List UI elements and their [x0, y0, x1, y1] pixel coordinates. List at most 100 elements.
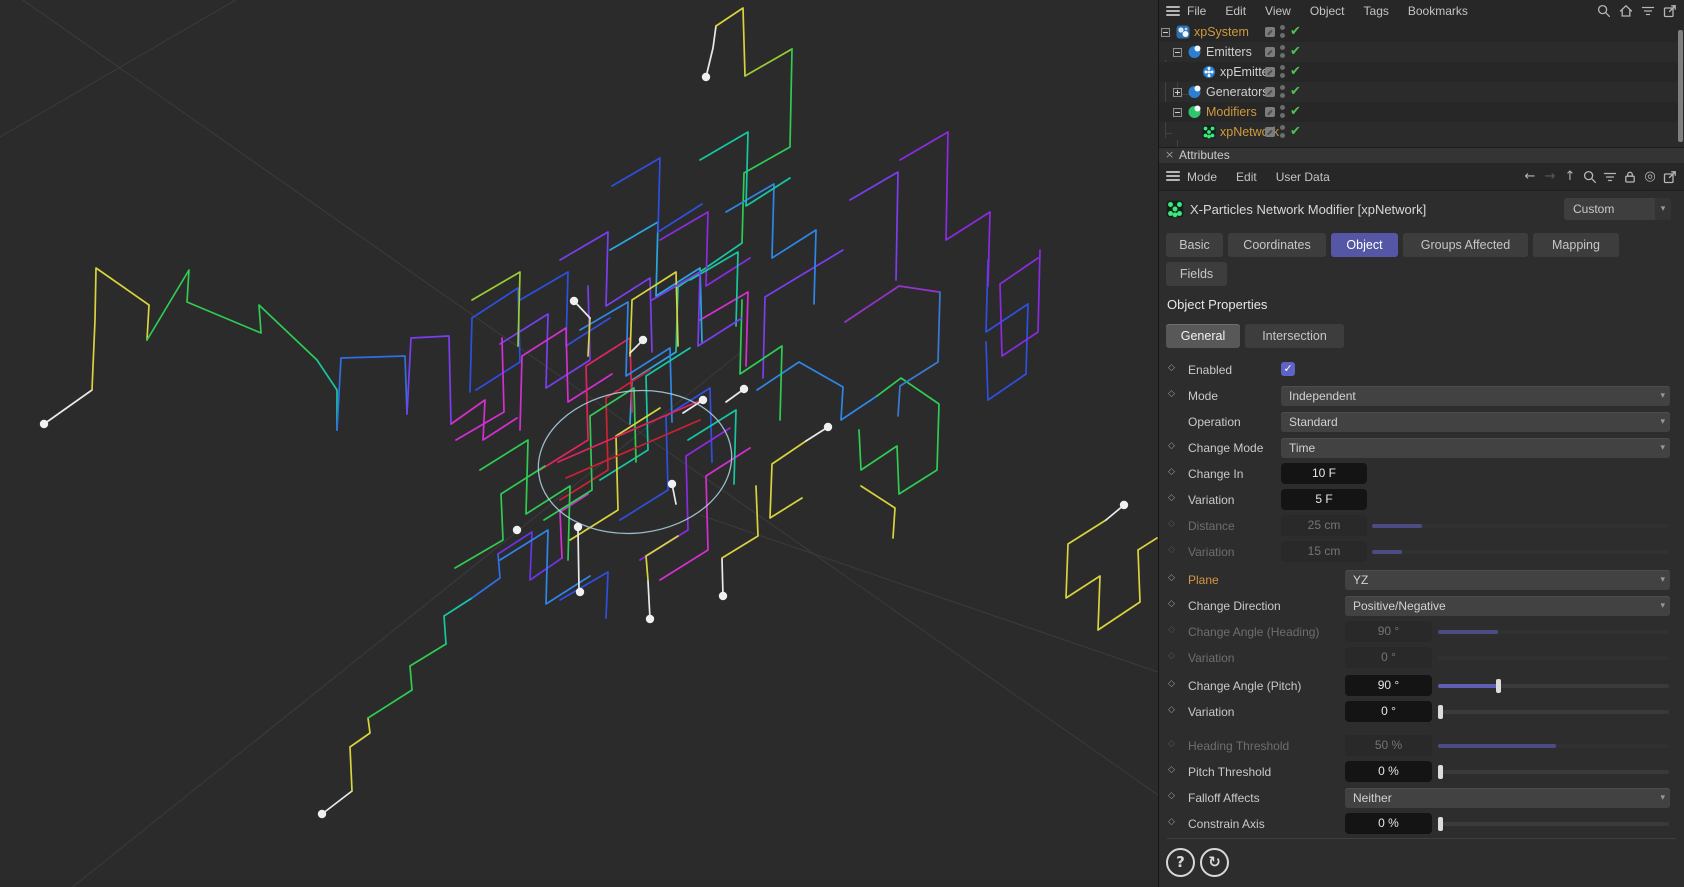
expand-icon[interactable] [1173, 87, 1182, 97]
keyframe-diamond-icon[interactable]: ◇ [1168, 817, 1175, 827]
visibility-dots-icon[interactable] [1280, 105, 1285, 119]
hamburger-menu-icon[interactable] [1166, 6, 1180, 17]
tree-scrollbar[interactable] [1678, 30, 1683, 142]
target-icon[interactable]: ◎ [1643, 169, 1657, 184]
select-dropdown[interactable]: Independent ▾ [1281, 386, 1670, 406]
value-input[interactable]: 0 % [1345, 761, 1432, 782]
enabled-check-icon[interactable]: ✔ [1290, 102, 1301, 122]
select-dropdown[interactable]: YZ ▾ [1345, 570, 1670, 590]
attr-menu-item-edit[interactable]: Edit [1236, 170, 1257, 184]
hamburger-menu-icon[interactable] [1166, 171, 1180, 182]
value-input[interactable]: 5 F [1281, 489, 1367, 510]
tree-row-modifiers[interactable]: Modifiers ✔ [1159, 102, 1684, 122]
keyframe-diamond-icon[interactable]: ◇ [1168, 791, 1175, 801]
keyframe-diamond-icon[interactable]: ◇ [1168, 389, 1175, 399]
menu-item-tags[interactable]: Tags [1364, 4, 1389, 18]
value-input[interactable]: 10 F [1281, 463, 1367, 484]
visibility-dots-icon[interactable] [1280, 45, 1285, 59]
up-arrow-icon[interactable]: ↑ [1563, 169, 1577, 184]
search-icon[interactable] [1583, 170, 1597, 184]
subtab-intersection[interactable]: Intersection [1245, 324, 1344, 348]
keyframe-diamond-icon[interactable]: ◇ [1168, 705, 1175, 715]
checkbox-checked[interactable] [1281, 362, 1295, 376]
forward-arrow-icon[interactable]: → [1543, 169, 1557, 184]
slider[interactable] [1438, 705, 1669, 719]
collapse-icon[interactable] [1173, 107, 1182, 117]
keyframe-diamond-icon[interactable]: ◇ [1168, 467, 1175, 477]
home-icon[interactable] [1619, 4, 1633, 18]
menu-item-edit[interactable]: Edit [1225, 4, 1246, 18]
attr-menu-item-mode[interactable]: Mode [1187, 170, 1217, 184]
keyframe-diamond-icon[interactable]: ◇ [1168, 441, 1175, 451]
menu-item-file[interactable]: File [1187, 4, 1206, 18]
help-icon[interactable]: ? [1166, 848, 1195, 877]
keyframe-diamond-icon[interactable]: ◇ [1168, 739, 1175, 749]
enabled-check-icon[interactable]: ✔ [1290, 82, 1301, 102]
slider-handle[interactable] [1438, 705, 1443, 719]
slider[interactable] [1438, 679, 1669, 693]
keyframe-diamond-icon[interactable]: ◇ [1168, 363, 1175, 373]
filter-icon[interactable] [1603, 170, 1617, 184]
filter-icon[interactable] [1641, 4, 1655, 18]
edit-toggle-icon[interactable] [1265, 107, 1275, 117]
keyframe-diamond-icon[interactable]: ◇ [1168, 625, 1175, 635]
keyframe-diamond-icon[interactable]: ◇ [1168, 519, 1175, 529]
keyframe-diamond-icon[interactable]: ◇ [1168, 765, 1175, 775]
visibility-dots-icon[interactable] [1280, 125, 1285, 139]
edit-toggle-icon[interactable] [1265, 47, 1275, 57]
tree-row-xpemitter[interactable]: xpEmitter ✔ [1159, 62, 1684, 82]
visibility-dots-icon[interactable] [1280, 85, 1285, 99]
keyframe-diamond-icon[interactable]: ◇ [1168, 679, 1175, 689]
new-panel-icon[interactable] [1663, 170, 1677, 184]
enabled-check-icon[interactable]: ✔ [1290, 22, 1301, 42]
menu-item-bookmarks[interactable]: Bookmarks [1408, 4, 1468, 18]
lock-icon[interactable] [1623, 170, 1637, 184]
tab-fields[interactable]: Fields [1166, 262, 1227, 286]
tab-mapping[interactable]: Mapping [1533, 233, 1619, 257]
collapse-icon[interactable] [1161, 27, 1170, 37]
tree-row-xpsystem[interactable]: xpSystem ✔ [1159, 22, 1684, 42]
enabled-check-icon[interactable]: ✔ [1290, 42, 1301, 62]
edit-toggle-icon[interactable] [1265, 67, 1275, 77]
enabled-check-icon[interactable]: ✔ [1290, 122, 1301, 142]
tree-row-xpnetwork[interactable]: xpNetwork ✔ [1159, 122, 1684, 142]
select-dropdown[interactable]: Neither ▾ [1345, 788, 1670, 808]
value-input[interactable]: 0 % [1345, 813, 1432, 834]
keyframe-diamond-icon[interactable]: ◇ [1168, 599, 1175, 609]
slider-handle[interactable] [1438, 817, 1443, 831]
keyframe-diamond-icon[interactable]: ◇ [1168, 545, 1175, 555]
reset-icon[interactable]: ↻ [1200, 848, 1229, 877]
tree-row-generators[interactable]: Generators ✔ [1159, 82, 1684, 102]
preset-dropdown[interactable]: Custom ▾ [1564, 198, 1671, 220]
tab-coordinates[interactable]: Coordinates [1228, 233, 1326, 257]
tab-object[interactable]: Object [1331, 233, 1398, 257]
tab-groups-affected[interactable]: Groups Affected [1403, 233, 1528, 257]
slider[interactable] [1438, 765, 1669, 779]
edit-toggle-icon[interactable] [1265, 87, 1275, 97]
select-dropdown[interactable]: Time ▾ [1281, 438, 1670, 458]
enabled-check-icon[interactable]: ✔ [1290, 62, 1301, 82]
subtab-general[interactable]: General [1166, 324, 1240, 348]
attr-menu-item-user-data[interactable]: User Data [1276, 170, 1330, 184]
menu-item-view[interactable]: View [1265, 4, 1291, 18]
close-icon[interactable]: × [1165, 147, 1174, 162]
value-input[interactable]: 90 ° [1345, 675, 1432, 696]
tree-row-emitters[interactable]: Emitters ✔ [1159, 42, 1684, 62]
select-dropdown[interactable]: Standard ▾ [1281, 412, 1670, 432]
viewport-3d[interactable] [0, 0, 1158, 887]
new-panel-icon[interactable] [1663, 4, 1677, 18]
tab-basic[interactable]: Basic [1166, 233, 1223, 257]
edit-toggle-icon[interactable] [1265, 127, 1275, 137]
visibility-dots-icon[interactable] [1280, 25, 1285, 39]
slider-handle[interactable] [1496, 679, 1501, 693]
slider-handle[interactable] [1438, 765, 1443, 779]
keyframe-diamond-icon[interactable]: ◇ [1168, 651, 1175, 661]
menu-item-object[interactable]: Object [1310, 4, 1345, 18]
keyframe-diamond-icon[interactable]: ◇ [1168, 493, 1175, 503]
value-input[interactable]: 0 ° [1345, 701, 1432, 722]
keyframe-diamond-icon[interactable]: ◇ [1168, 573, 1175, 583]
collapse-icon[interactable] [1173, 47, 1182, 57]
search-icon[interactable] [1597, 4, 1611, 18]
visibility-dots-icon[interactable] [1280, 65, 1285, 79]
edit-toggle-icon[interactable] [1265, 27, 1275, 37]
